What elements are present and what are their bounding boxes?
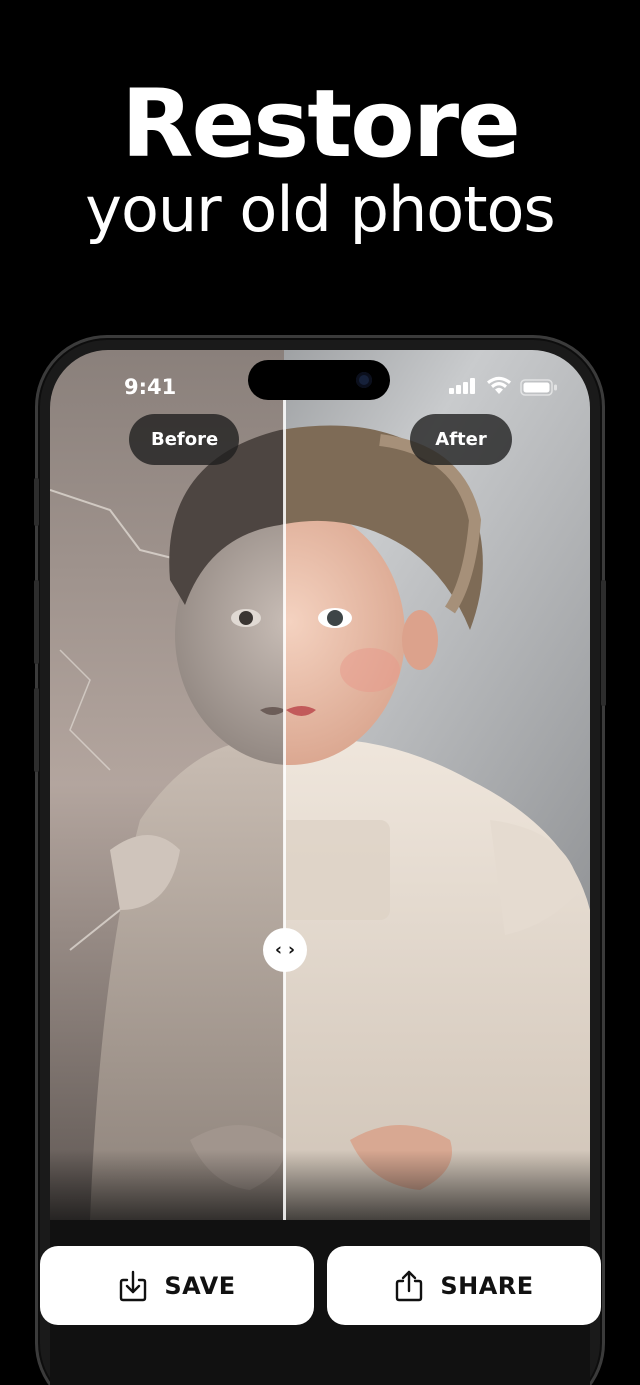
share-button[interactable]: SHARE (327, 1246, 601, 1325)
portrait-illustration (50, 350, 590, 1220)
phone-screen: 9:41 Before After ‹ › (50, 350, 590, 1385)
action-bar: SAVE SHARE (40, 1246, 602, 1326)
headline-title: Restore (121, 70, 521, 179)
before-label: Before (129, 414, 239, 465)
phone-action-button (34, 478, 39, 526)
status-time: 9:41 (124, 375, 177, 399)
dynamic-island (248, 360, 390, 400)
phone-volume-down-button (34, 688, 39, 772)
comparison-photo[interactable] (50, 350, 590, 1220)
comparison-divider[interactable] (283, 400, 286, 1220)
save-button[interactable]: SAVE (40, 1246, 314, 1325)
headline-subtitle: your old photos (85, 173, 555, 246)
chevron-left-right-icon: ‹ › (275, 940, 295, 960)
share-label: SHARE (440, 1271, 534, 1300)
phone-volume-up-button (34, 580, 39, 664)
share-icon (396, 1270, 423, 1301)
after-label: After (410, 414, 512, 465)
status-bar: 9:41 (50, 350, 590, 420)
front-camera-icon (356, 372, 372, 388)
signal-icon (449, 378, 475, 394)
headline: Restore your old photos (0, 78, 640, 244)
comparison-slider-handle[interactable]: ‹ › (263, 928, 307, 972)
wifi-icon (487, 376, 511, 394)
save-label: SAVE (164, 1271, 236, 1300)
phone-power-button (601, 580, 606, 706)
download-icon (120, 1270, 147, 1301)
battery-icon (520, 379, 557, 396)
